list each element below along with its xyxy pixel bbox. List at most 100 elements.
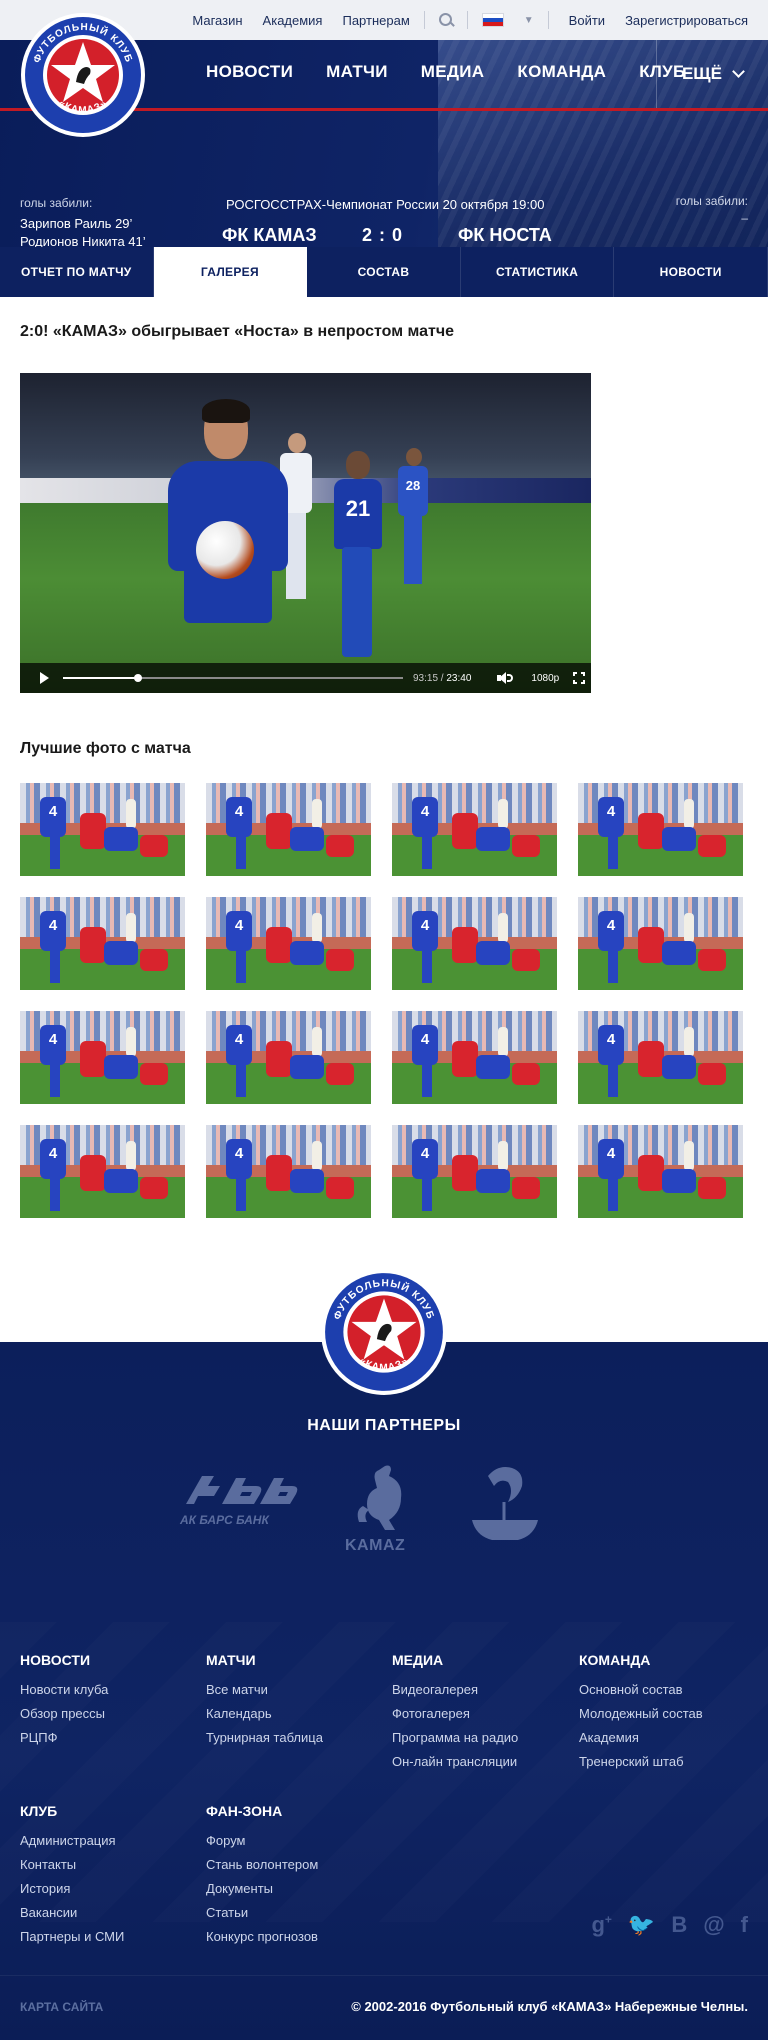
play-icon[interactable] — [40, 672, 49, 684]
gallery-photo[interactable]: 4 — [578, 1011, 743, 1104]
register-link[interactable]: Зарегистрироваться — [625, 13, 748, 28]
gallery-title: Лучшие фото с матча — [20, 740, 191, 757]
vk-icon[interactable]: B — [671, 1912, 687, 1938]
gallery-photo[interactable]: 4 — [20, 897, 185, 990]
footer-col-heading[interactable]: НОВОСТИ — [20, 1652, 108, 1668]
partner-kamaz[interactable]: KAMAZ — [345, 1462, 421, 1555]
shirt-number: 4 — [412, 797, 438, 837]
gallery-photo[interactable]: 4 — [206, 1011, 371, 1104]
footer-col-heading[interactable]: МЕДИА — [392, 1652, 518, 1668]
footer-link[interactable]: РЦПФ — [20, 1726, 108, 1750]
footer-link[interactable]: Он-лайн трансляции — [392, 1750, 518, 1774]
footer-link[interactable]: Фотогалерея — [392, 1702, 518, 1726]
ak-bars-logo-icon — [186, 1476, 298, 1504]
footer-link[interactable]: Вакансии — [20, 1901, 124, 1925]
footer-link[interactable]: Тренерский штаб — [579, 1750, 703, 1774]
tab-gallery[interactable]: ГАЛЕРЕЯ — [153, 247, 308, 297]
shirt-number: 4 — [226, 797, 252, 837]
kamaz-horse-icon — [357, 1465, 402, 1530]
mail-ru-icon[interactable]: @ — [703, 1912, 724, 1938]
sitemap-link[interactable]: КАРТА САЙТА — [20, 2000, 103, 2014]
twitter-icon[interactable]: 🐦 — [628, 1912, 655, 1938]
video-player[interactable]: 21 28 93:15 / 23:40 1080p — [20, 373, 591, 693]
gallery-photo[interactable]: 4 — [392, 783, 557, 876]
ru-flag-icon[interactable] — [481, 13, 504, 27]
tab-match-report[interactable]: ОТЧЕТ ПО МАТЧУ — [0, 247, 154, 297]
footer-link[interactable]: Документы — [206, 1877, 318, 1901]
footer-link[interactable]: Все матчи — [206, 1678, 323, 1702]
footer-link[interactable]: Видеогалерея — [392, 1678, 518, 1702]
gallery-photo[interactable]: 4 — [20, 1125, 185, 1218]
partner-ak-bars-bank[interactable]: АК БАРС БАНК — [180, 1472, 298, 1527]
shirt-number: 4 — [226, 1025, 252, 1065]
footer-link[interactable]: Академия — [579, 1726, 703, 1750]
nav-item-media[interactable]: МЕДИА — [421, 62, 485, 82]
footer-link[interactable]: Конкурс прогнозов — [206, 1925, 318, 1949]
gallery-photo[interactable]: 4 — [578, 897, 743, 990]
gallery-photo[interactable]: 4 — [20, 783, 185, 876]
tab-lineup[interactable]: СОСТАВ — [307, 247, 461, 297]
footer-link[interactable]: Турнирная таблица — [206, 1726, 323, 1750]
footer-link[interactable]: История — [20, 1877, 124, 1901]
gallery-photo[interactable]: 4 — [392, 897, 557, 990]
nav-more-button[interactable]: ЕЩЁ — [656, 40, 768, 108]
partner-name: АК БАРС БАНК — [180, 1513, 269, 1527]
home-team[interactable]: ФК КАМАЗ — [222, 225, 362, 246]
gallery-photo[interactable]: 4 — [578, 783, 743, 876]
club-logo[interactable]: ФУТБОЛЬНЫЙ КЛУБ «КАМАЗ» — [20, 12, 146, 138]
footer-col-heading[interactable]: КОМАНДА — [579, 1652, 703, 1668]
footer-link[interactable]: Стань волонтером — [206, 1853, 318, 1877]
gallery-photo[interactable]: 4 — [206, 897, 371, 990]
footer-link[interactable]: Партнеры и СМИ — [20, 1925, 124, 1949]
video-duration: 23:40 — [446, 672, 472, 684]
footer-link[interactable]: Контакты — [20, 1853, 124, 1877]
nav-item-team[interactable]: КОМАНДА — [517, 62, 606, 82]
tab-statistics[interactable]: СТАТИСТИКА — [461, 247, 615, 297]
footer-col-heading[interactable]: МАТЧИ — [206, 1652, 323, 1668]
footer-body: НАШИ ПАРТНЕРЫ АК БАРС БАНК KAMAZ НОВОСТИ… — [0, 1342, 768, 2040]
home-scorer: Зарипов Раиль 29’ — [20, 216, 133, 231]
footer-link[interactable]: Календарь — [206, 1702, 323, 1726]
video-controls: 93:15 / 23:40 1080p — [20, 663, 591, 693]
footer-club-logo[interactable]: ФУТБОЛЬНЫЙ КЛУБ «КАМАЗ» — [320, 1268, 448, 1396]
footer-link[interactable]: Новости клуба — [20, 1678, 108, 1702]
nav-item-news[interactable]: НОВОСТИ — [206, 62, 293, 82]
top-link-partners[interactable]: Партнерам — [342, 13, 409, 28]
footer-col-heading[interactable]: КЛУБ — [20, 1803, 124, 1819]
gallery-photo[interactable]: 4 — [392, 1011, 557, 1104]
footer-link[interactable]: Основной состав — [579, 1678, 703, 1702]
footer-link[interactable]: Молодежный состав — [579, 1702, 703, 1726]
volume-icon[interactable] — [497, 672, 514, 684]
shirt-number: 4 — [598, 911, 624, 951]
video-player-figure: 28 — [398, 448, 428, 588]
footer-link[interactable]: Форум — [206, 1829, 318, 1853]
top-link-academy[interactable]: Академия — [263, 13, 323, 28]
away-team[interactable]: ФК НОСТА — [458, 225, 552, 246]
google-plus-icon[interactable]: g+ — [591, 1912, 611, 1938]
gallery-photo[interactable]: 4 — [392, 1125, 557, 1218]
footer-link[interactable]: Статьи — [206, 1901, 318, 1925]
video-progress-knob[interactable] — [133, 674, 142, 682]
top-link-shop[interactable]: Магазин — [192, 13, 242, 28]
shirt-number: 21 — [334, 479, 382, 549]
video-progress-bar[interactable] — [63, 674, 403, 682]
nav-item-matches[interactable]: МАТЧИ — [326, 62, 388, 82]
football-ball — [196, 521, 254, 579]
gallery-photo[interactable]: 4 — [20, 1011, 185, 1104]
footer-col-heading[interactable]: ФАН-ЗОНА — [206, 1803, 318, 1819]
gallery-photo[interactable]: 4 — [206, 1125, 371, 1218]
shirt-number: 4 — [598, 1139, 624, 1179]
chevron-down-icon[interactable]: ▼ — [524, 15, 534, 26]
footer-link[interactable]: Обзор прессы — [20, 1702, 108, 1726]
gallery-photo[interactable]: 4 — [578, 1125, 743, 1218]
gallery-photo[interactable]: 4 — [206, 783, 371, 876]
footer-link[interactable]: Программа на радио — [392, 1726, 518, 1750]
search-icon[interactable] — [438, 13, 453, 27]
partner-ship-emblem[interactable] — [468, 1462, 542, 1551]
video-quality[interactable]: 1080p — [531, 673, 559, 684]
fullscreen-icon[interactable] — [573, 672, 586, 684]
footer-link[interactable]: Администрация — [20, 1829, 124, 1853]
login-link[interactable]: Войти — [569, 13, 605, 28]
tab-news[interactable]: НОВОСТИ — [614, 247, 768, 297]
facebook-icon[interactable]: f — [741, 1912, 748, 1938]
